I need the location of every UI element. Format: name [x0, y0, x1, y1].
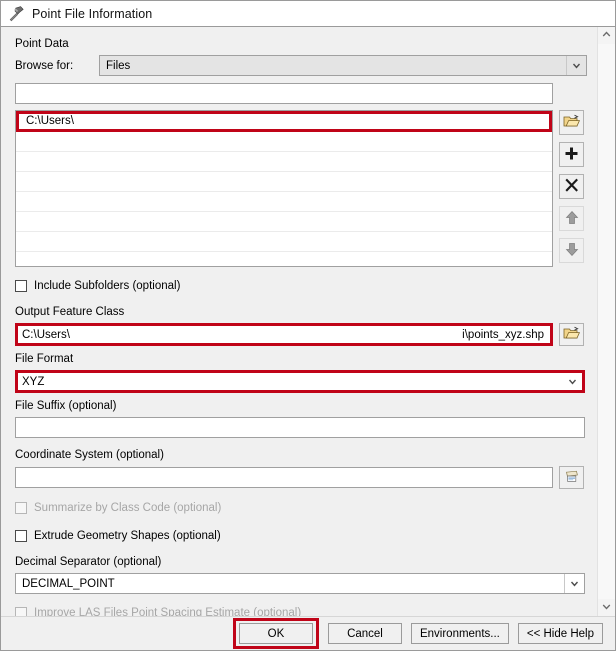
output-feature-class-value-left: C:\Users\ — [22, 328, 70, 341]
browse-for-label: Browse for: — [15, 59, 74, 72]
list-item[interactable] — [16, 172, 552, 192]
output-feature-class-row: C:\Users\ i\points_xyz.shp — [15, 323, 587, 346]
dialog-body: Point Data Browse for: Files C:\Users\ I… — [1, 27, 615, 616]
improve-las-spacing-row: Improve LAS Files Point Spacing Estimate… — [15, 604, 587, 616]
hide-help-button[interactable]: << Hide Help — [517, 623, 603, 644]
list-item[interactable] — [16, 132, 552, 152]
vertical-scrollbar[interactable] — [597, 27, 615, 616]
summarize-by-class-code-checkbox — [15, 502, 27, 514]
add-button[interactable] — [559, 142, 584, 167]
extrude-geometry-shapes-row[interactable]: Extrude Geometry Shapes (optional) — [15, 527, 587, 545]
improve-las-spacing-label: Improve LAS Files Point Spacing Estimate… — [34, 607, 302, 616]
chevron-down-icon[interactable] — [564, 574, 584, 593]
chevron-down-icon[interactable] — [563, 372, 582, 391]
improve-las-spacing-checkbox — [15, 607, 27, 616]
file-format-value: XYZ — [22, 375, 45, 388]
include-subfolders-checkbox[interactable] — [15, 280, 27, 292]
point-data-list-area: C:\Users\ — [15, 110, 587, 267]
output-feature-class-value-right: i\points_xyz.shp — [462, 328, 544, 341]
decimal-separator-label: Decimal Separator (optional) — [15, 556, 162, 568]
coordinate-system-label: Coordinate System (optional) — [15, 449, 164, 461]
extrude-geometry-shapes-label: Extrude Geometry Shapes (optional) — [34, 530, 221, 542]
output-feature-class-label: Output Feature Class — [15, 306, 125, 318]
move-down-button[interactable] — [559, 238, 584, 263]
point-data-path-input[interactable] — [15, 83, 553, 104]
output-feature-class-field[interactable]: C:\Users\ i\points_xyz.shp — [15, 323, 553, 346]
parameters-pane: Point Data Browse for: Files C:\Users\ I… — [1, 27, 597, 616]
output-feature-class-browse-button[interactable] — [559, 323, 584, 346]
point-file-information-dialog: Point File Information Point Data Browse… — [0, 0, 616, 651]
extrude-geometry-shapes-checkbox[interactable] — [15, 530, 27, 542]
list-item[interactable]: C:\Users\ — [16, 111, 552, 132]
browse-for-value: Files — [106, 59, 131, 72]
hammer-icon — [8, 5, 25, 22]
list-tool-buttons — [559, 110, 584, 263]
arrow-up-icon — [565, 210, 579, 228]
chevron-up-icon — [601, 29, 612, 43]
open-folder-icon — [563, 114, 581, 132]
cancel-button[interactable]: Cancel — [327, 623, 402, 644]
include-subfolders-row[interactable]: Include Subfolders (optional) — [15, 277, 587, 295]
window-title: Point File Information — [32, 6, 153, 21]
file-suffix-label: File Suffix (optional) — [15, 400, 117, 412]
ok-button[interactable]: OK — [238, 623, 313, 644]
dialog-footer: OK Cancel Environments... << Hide Help — [1, 616, 615, 650]
file-format-combo[interactable]: XYZ — [15, 370, 585, 393]
list-item-label: C:\Users\ — [26, 115, 74, 127]
point-data-listbox[interactable]: C:\Users\ — [15, 110, 553, 267]
browse-for-row: Browse for: Files — [15, 55, 587, 76]
list-item[interactable] — [16, 152, 552, 172]
coordinate-system-input[interactable] — [15, 467, 553, 488]
chevron-down-icon[interactable] — [566, 56, 586, 75]
coordinate-system-icon — [563, 469, 580, 487]
coordinate-system-browse-button[interactable] — [559, 466, 584, 489]
summarize-by-class-code-row: Summarize by Class Code (optional) — [15, 499, 587, 517]
point-data-group-label: Point Data — [15, 38, 69, 50]
title-bar: Point File Information — [1, 1, 615, 27]
list-item[interactable] — [16, 232, 552, 252]
environments-button[interactable]: Environments... — [410, 623, 509, 644]
ok-button-highlight: OK — [232, 618, 319, 649]
scrollbar-track[interactable] — [598, 44, 615, 599]
close-x-icon — [564, 178, 579, 196]
list-item[interactable] — [16, 192, 552, 212]
coordinate-system-row — [15, 466, 587, 489]
chevron-down-icon — [601, 601, 612, 615]
scroll-down-button[interactable] — [598, 599, 615, 616]
scroll-up-button[interactable] — [598, 27, 615, 44]
decimal-separator-combo[interactable]: DECIMAL_POINT — [15, 573, 585, 594]
include-subfolders-label: Include Subfolders (optional) — [34, 280, 181, 292]
list-item[interactable] — [16, 212, 552, 232]
decimal-separator-value: DECIMAL_POINT — [22, 577, 115, 590]
file-format-label: File Format — [15, 353, 74, 365]
plus-icon — [564, 146, 579, 164]
point-data-input-row — [15, 83, 587, 104]
file-suffix-input[interactable] — [15, 417, 585, 438]
move-up-button[interactable] — [559, 206, 584, 231]
open-folder-icon — [563, 326, 581, 344]
remove-button[interactable] — [559, 174, 584, 199]
arrow-down-icon — [565, 242, 579, 260]
browse-folder-button[interactable] — [559, 110, 584, 135]
browse-for-combo[interactable]: Files — [99, 55, 587, 76]
summarize-by-class-code-label: Summarize by Class Code (optional) — [34, 502, 222, 514]
